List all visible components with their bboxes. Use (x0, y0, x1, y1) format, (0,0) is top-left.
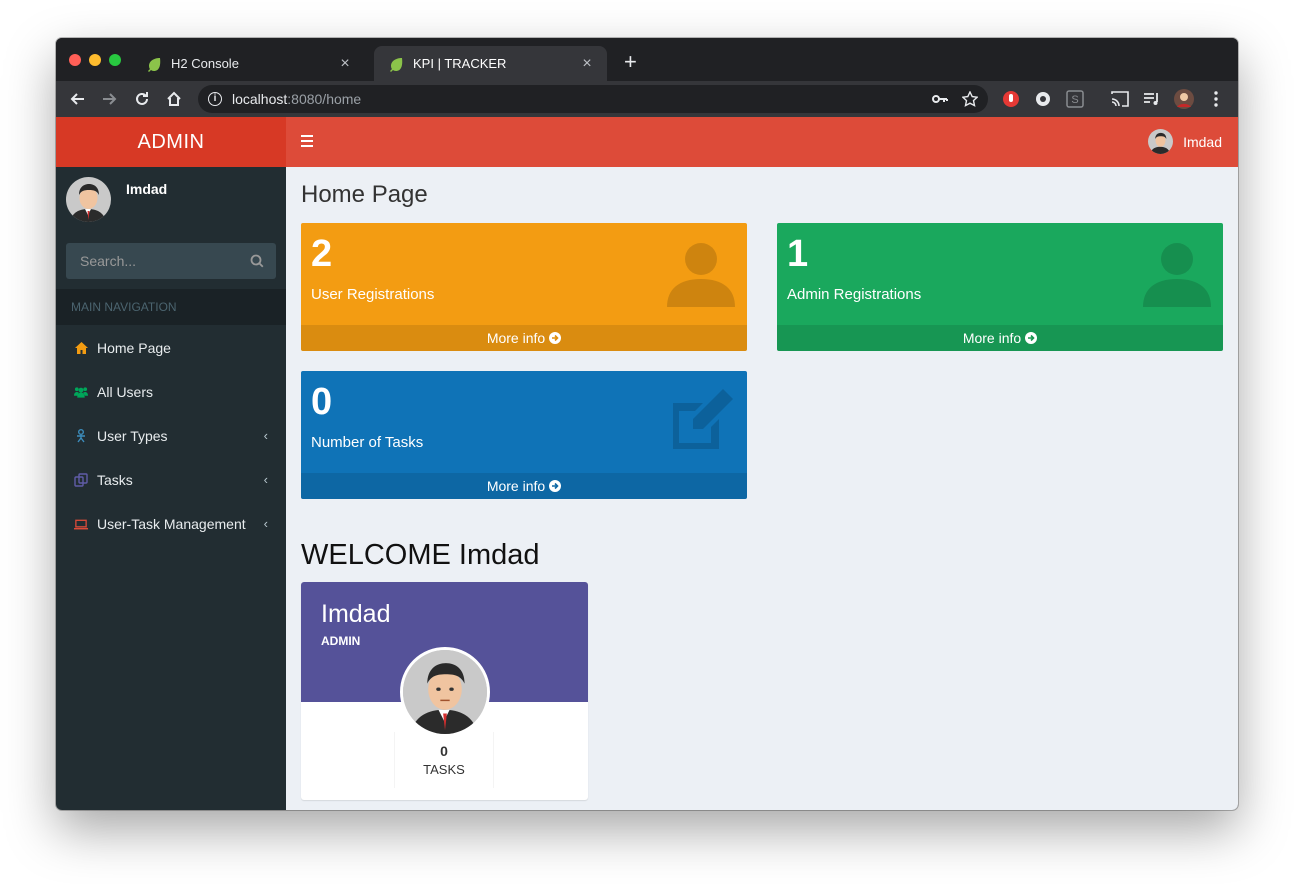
new-tab-button[interactable]: + (624, 51, 637, 73)
url-path: :8080/home (287, 91, 362, 107)
zoom-window-button[interactable] (109, 54, 121, 66)
adblock-extension-icon[interactable] (1000, 88, 1022, 110)
sidebar-item-label: User Types (97, 428, 168, 444)
more-info-label: More info (486, 478, 546, 494)
tab-title: KPI | TRACKER (413, 56, 507, 71)
close-tab-icon[interactable]: × (579, 55, 595, 73)
logo[interactable]: ADMIN (56, 117, 286, 167)
back-icon[interactable] (66, 88, 88, 110)
more-info-link[interactable]: More info (301, 473, 747, 499)
forward-icon[interactable] (99, 88, 121, 110)
close-window-button[interactable] (69, 54, 81, 66)
cast-icon[interactable] (1109, 88, 1131, 110)
page-title: Home Page (301, 181, 428, 208)
sidebar-item-label: All Users (97, 384, 154, 400)
arrow-circle-right-icon (549, 480, 562, 492)
stat-label: TASKS (423, 762, 465, 777)
sidebar-item-all-users[interactable]: All Users (56, 370, 286, 414)
app-viewport: ADMIN Imdad MAIN NAVIGATION Home Page (56, 117, 1238, 810)
address-bar[interactable]: i localhost:8080/home (198, 85, 988, 113)
sidebar-user-name: Imdad (126, 181, 168, 197)
minimize-window-button[interactable] (89, 54, 101, 66)
tasks-icon (74, 473, 88, 487)
sidebar-item-home-page[interactable]: Home Page (56, 326, 286, 370)
site-info-icon[interactable]: i (208, 92, 222, 106)
search-icon[interactable] (250, 254, 264, 268)
extension-icon[interactable] (1032, 88, 1054, 110)
tab-kpi-tracker[interactable]: KPI | TRACKER × (374, 46, 607, 81)
arrow-circle-right-icon (1025, 332, 1038, 344)
sidebar: ADMIN Imdad MAIN NAVIGATION Home Page (56, 117, 286, 810)
user-icon (1143, 243, 1211, 307)
avatar (400, 647, 490, 737)
spring-leaf-icon (148, 57, 161, 72)
stat-box-user-registrations: 2 User Registrations More info (301, 223, 747, 351)
close-tab-icon[interactable]: × (337, 55, 353, 73)
sidebar-item-user-types[interactable]: User Types ‹ (56, 414, 286, 458)
stat-count: 1 (787, 233, 809, 275)
more-info-label: More info (962, 330, 1022, 346)
navbar-user-menu[interactable]: Imdad (1148, 129, 1222, 154)
tab-title: H2 Console (171, 56, 239, 71)
chevron-left-icon: ‹ (263, 516, 268, 531)
user-types-icon (74, 429, 88, 443)
user-profile-widget: Imdad ADMIN 0 TASKS (301, 582, 588, 800)
sidebar-item-user-task-management[interactable]: User-Task Management ‹ (56, 502, 286, 546)
sidebar-item-tasks[interactable]: Tasks ‹ (56, 458, 286, 502)
search-input[interactable] (66, 243, 241, 279)
chevron-left-icon: ‹ (263, 472, 268, 487)
more-info-label: More info (486, 330, 546, 346)
browser-window: H2 Console × KPI | TRACKER × + i localho… (56, 38, 1238, 810)
stat-box-admin-registrations: 1 Admin Registrations More info (777, 223, 1223, 351)
url-host: localhost (232, 91, 288, 107)
stat-count: 2 (311, 233, 333, 275)
nav-header: MAIN NAVIGATION (56, 289, 286, 325)
more-info-link[interactable]: More info (301, 325, 747, 351)
main-content: Home Page 2 User Registrations More info… (286, 167, 1238, 810)
laptop-icon (74, 517, 88, 531)
more-info-link[interactable]: More info (777, 325, 1223, 351)
sidebar-search (66, 243, 276, 279)
sidebar-menu: Home Page All Users User Types ‹ Tasks ‹… (56, 326, 286, 546)
widget-stat-tasks: 0 TASKS (394, 732, 494, 788)
user-icon (667, 243, 735, 307)
tab-h2-console[interactable]: H2 Console × (132, 46, 365, 81)
browser-toolbar: i localhost:8080/home S (56, 81, 1238, 117)
stat-caption: Number of Tasks (311, 434, 424, 451)
svg-text:S: S (1071, 94, 1078, 106)
home-icon[interactable] (163, 88, 185, 110)
bookmark-star-icon[interactable] (961, 90, 979, 112)
stat-caption: User Registrations (311, 286, 435, 303)
sidebar-item-label: User-Task Management (97, 516, 246, 532)
reload-icon[interactable] (131, 88, 153, 110)
edit-icon (673, 389, 733, 449)
navbar-user-name: Imdad (1183, 133, 1222, 150)
tab-strip: H2 Console × KPI | TRACKER × + (56, 38, 1238, 81)
spring-leaf-icon (390, 57, 403, 72)
welcome-heading: WELCOME Imdad (301, 539, 540, 571)
arrow-circle-right-icon (549, 332, 562, 344)
home-icon (74, 341, 88, 355)
sidebar-toggle-icon[interactable] (301, 135, 313, 147)
users-icon (74, 385, 88, 399)
top-navbar: Imdad (286, 117, 1238, 167)
extension-s-icon[interactable]: S (1064, 88, 1086, 110)
stat-count: 0 (311, 381, 333, 423)
widget-user-name: Imdad (321, 600, 391, 628)
media-control-icon[interactable] (1141, 88, 1163, 110)
avatar (1148, 129, 1174, 154)
more-options-icon[interactable] (1205, 88, 1227, 110)
stat-value: 0 (440, 743, 448, 759)
stat-box-number-of-tasks: 0 Number of Tasks More info (301, 371, 747, 499)
profile-avatar-icon[interactable] (1173, 88, 1195, 110)
widget-user-role: ADMIN (321, 634, 361, 648)
avatar (66, 177, 111, 222)
user-panel: Imdad (66, 177, 167, 222)
sidebar-item-label: Home Page (97, 340, 171, 356)
stat-caption: Admin Registrations (787, 286, 922, 303)
chevron-left-icon: ‹ (263, 428, 268, 443)
sidebar-item-label: Tasks (97, 472, 133, 488)
key-icon[interactable] (932, 92, 948, 111)
